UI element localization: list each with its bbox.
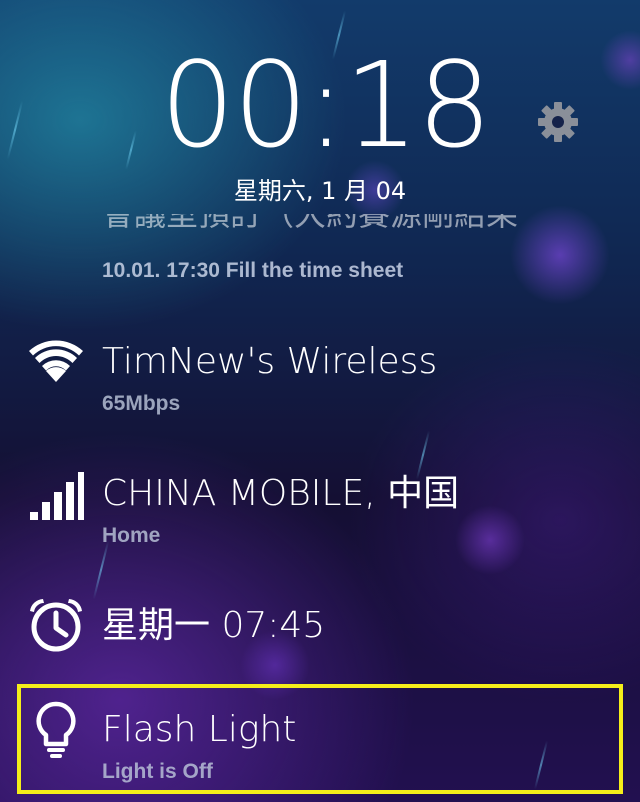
alarm-clock-icon xyxy=(26,594,86,654)
widget-title: CHINA MOBILE, 中国 xyxy=(102,473,460,514)
selection-highlight xyxy=(17,684,623,794)
lockscreen-date: 星期六, 1 月 04 xyxy=(233,177,407,205)
reminder-title-partial: 會議室預訂（大約賽源剛結果 xyxy=(102,214,622,250)
reminder-subtitle: 10.01. 17:30 Fill the time sheet xyxy=(102,259,404,282)
widget-subtitle: 65Mbps xyxy=(102,392,181,415)
widget-wifi[interactable]: TimNew's Wireless 65Mbps xyxy=(0,320,640,430)
bokeh-light xyxy=(600,30,640,90)
light-streak xyxy=(6,100,24,160)
cell-signal-icon xyxy=(26,468,86,528)
wifi-icon xyxy=(26,334,86,394)
widget-subtitle: Home xyxy=(102,524,161,547)
widget-cellular[interactable]: CHINA MOBILE, 中国 Home xyxy=(0,452,640,562)
reminder-title-text: 會議室預訂（大約賽源剛結果 xyxy=(102,214,519,233)
light-streak xyxy=(125,130,137,170)
widget-title: TimNew's Wireless xyxy=(102,341,438,382)
widget-title: 星期一 07:45 xyxy=(102,605,326,646)
lockscreen-clock: 00:18 xyxy=(160,36,492,174)
gear-icon[interactable] xyxy=(534,98,582,146)
widget-alarm[interactable]: 星期一 07:45 xyxy=(0,584,640,694)
